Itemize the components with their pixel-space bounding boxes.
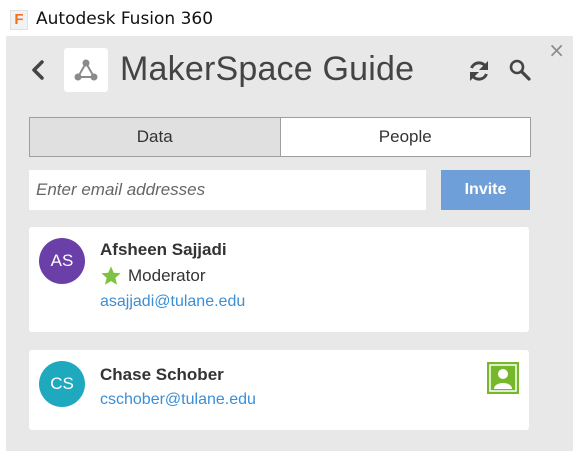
window-title: Autodesk Fusion 360 (36, 9, 214, 29)
invite-button[interactable]: Invite (441, 170, 530, 210)
view-tabs: Data People (29, 117, 531, 157)
fusion-logo-icon (64, 48, 108, 92)
email-invite-input[interactable] (29, 170, 426, 210)
member-name: Chase Schober (100, 365, 224, 384)
refresh-icon[interactable] (466, 58, 492, 84)
member-email-link[interactable]: cschober@tulane.edu (100, 391, 256, 409)
star-icon (101, 266, 121, 285)
page-title: MakerSpace Guide (120, 50, 415, 88)
guide-panel: × MakerSpace Guide Data People Invite AS… (6, 36, 573, 451)
tab-people[interactable]: People (281, 118, 531, 156)
avatar: AS (39, 238, 85, 284)
member-card: AS Afsheen Sajjadi Moderator asajjadi@tu… (29, 227, 529, 332)
tab-data[interactable]: Data (30, 118, 281, 156)
member-card: CS Chase Schober cschober@tulane.edu (29, 350, 529, 430)
avatar: CS (39, 361, 85, 407)
search-icon[interactable] (508, 58, 532, 82)
member-name: Afsheen Sajjadi (100, 240, 227, 259)
close-icon[interactable]: × (548, 38, 565, 62)
fusion-app-icon: F (10, 10, 28, 30)
role-label: Moderator (128, 266, 206, 285)
window-titlebar: F Autodesk Fusion 360 (0, 0, 577, 36)
back-chevron-icon[interactable] (26, 56, 50, 84)
member-role: Moderator (100, 265, 205, 287)
member-email-link[interactable]: asajjadi@tulane.edu (100, 293, 245, 311)
user-profile-icon[interactable] (487, 362, 519, 394)
